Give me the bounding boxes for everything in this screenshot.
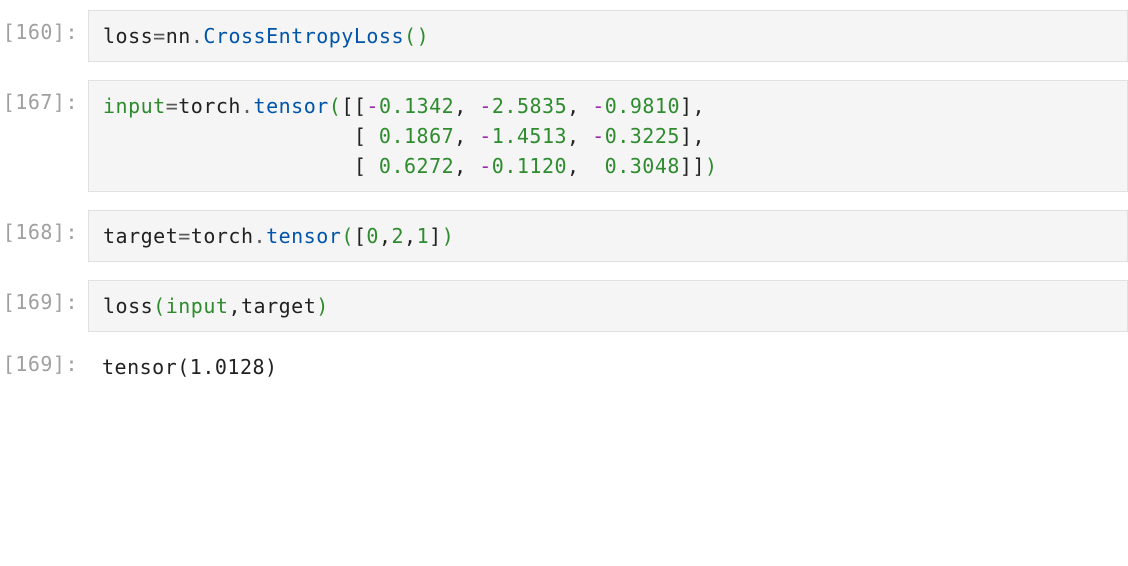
code-token: -	[592, 94, 605, 118]
code-token: target	[103, 224, 178, 248]
code-token: ,	[379, 224, 392, 248]
code-input[interactable]: input=torch.tensor([[-0.1342, -2.5835, -…	[88, 80, 1128, 192]
code-token: 1	[417, 224, 430, 248]
code-token: ]]	[680, 154, 705, 178]
code-token: (	[341, 224, 354, 248]
code-token: 1.4513	[492, 124, 567, 148]
code-token: (	[329, 94, 342, 118]
code-token: ,	[567, 154, 605, 178]
code-input[interactable]: target=torch.tensor([0,2,1])	[88, 210, 1128, 262]
input-prompt: [160]:	[0, 10, 88, 44]
code-token: -	[479, 94, 492, 118]
input-prompt: [167]:	[0, 80, 88, 114]
code-token: 0.3048	[605, 154, 680, 178]
input-prompt: [169]:	[0, 280, 88, 314]
code-token: =	[153, 24, 166, 48]
code-token: 0.3225	[605, 124, 680, 148]
code-output: tensor(1.0128)	[88, 350, 1128, 384]
code-token: [[	[341, 94, 366, 118]
code-token: .	[254, 224, 267, 248]
code-token: ]	[429, 224, 442, 248]
code-token: 0.9810	[605, 94, 680, 118]
code-token: =	[166, 94, 179, 118]
code-token: ,	[228, 294, 241, 318]
code-token: 2	[392, 224, 405, 248]
code-input[interactable]: loss=nn.CrossEntropyLoss()	[88, 10, 1128, 62]
code-token: .	[241, 94, 254, 118]
code-token: nn	[166, 24, 191, 48]
code-token: -	[592, 124, 605, 148]
code-token: =	[178, 224, 191, 248]
code-cell: [169]: loss(input,target)	[0, 280, 1128, 332]
code-token: [	[103, 154, 379, 178]
code-token: )	[705, 154, 718, 178]
notebook-view: [160]: loss=nn.CrossEntropyLoss() [167]:…	[0, 10, 1128, 384]
code-cell: [167]: input=torch.tensor([[-0.1342, -2.…	[0, 80, 1128, 192]
code-token: ,	[567, 124, 592, 148]
code-token: loss	[103, 294, 153, 318]
code-token: ,	[404, 224, 417, 248]
code-token: ],	[680, 94, 705, 118]
code-token: loss	[103, 24, 153, 48]
code-token: 0.6272	[379, 154, 454, 178]
code-token: 0	[366, 224, 379, 248]
code-token: [	[354, 224, 367, 248]
code-token: 0.1342	[379, 94, 454, 118]
code-token: 0.1867	[379, 124, 454, 148]
code-token: input	[103, 94, 166, 118]
code-token: )	[316, 294, 329, 318]
code-token: 2.5835	[492, 94, 567, 118]
code-token: tensor	[266, 224, 341, 248]
code-token: torch	[178, 94, 241, 118]
code-token: CrossEntropyLoss	[203, 24, 404, 48]
code-input[interactable]: loss(input,target)	[88, 280, 1128, 332]
code-token: tensor	[254, 94, 329, 118]
code-token: ,	[567, 94, 592, 118]
code-token: ,	[454, 154, 479, 178]
code-token: [	[103, 124, 379, 148]
input-prompt: [168]:	[0, 210, 88, 244]
code-token: torch	[191, 224, 254, 248]
code-token: -	[366, 94, 379, 118]
code-token: ],	[680, 124, 705, 148]
code-cell: [160]: loss=nn.CrossEntropyLoss()	[0, 10, 1128, 62]
output-prompt: [169]:	[0, 350, 88, 376]
code-cell: [168]: target=torch.tensor([0,2,1])	[0, 210, 1128, 262]
code-token: ,	[454, 94, 479, 118]
code-token: (	[404, 24, 417, 48]
code-token: -	[479, 154, 492, 178]
output-cell: [169]: tensor(1.0128)	[0, 350, 1128, 384]
code-token: input	[166, 294, 229, 318]
code-token: )	[442, 224, 455, 248]
code-token: target	[241, 294, 316, 318]
code-token: ,	[454, 124, 479, 148]
code-token: (	[153, 294, 166, 318]
code-token: )	[417, 24, 430, 48]
code-token: -	[479, 124, 492, 148]
code-token: 0.1120	[492, 154, 567, 178]
code-token: .	[191, 24, 204, 48]
